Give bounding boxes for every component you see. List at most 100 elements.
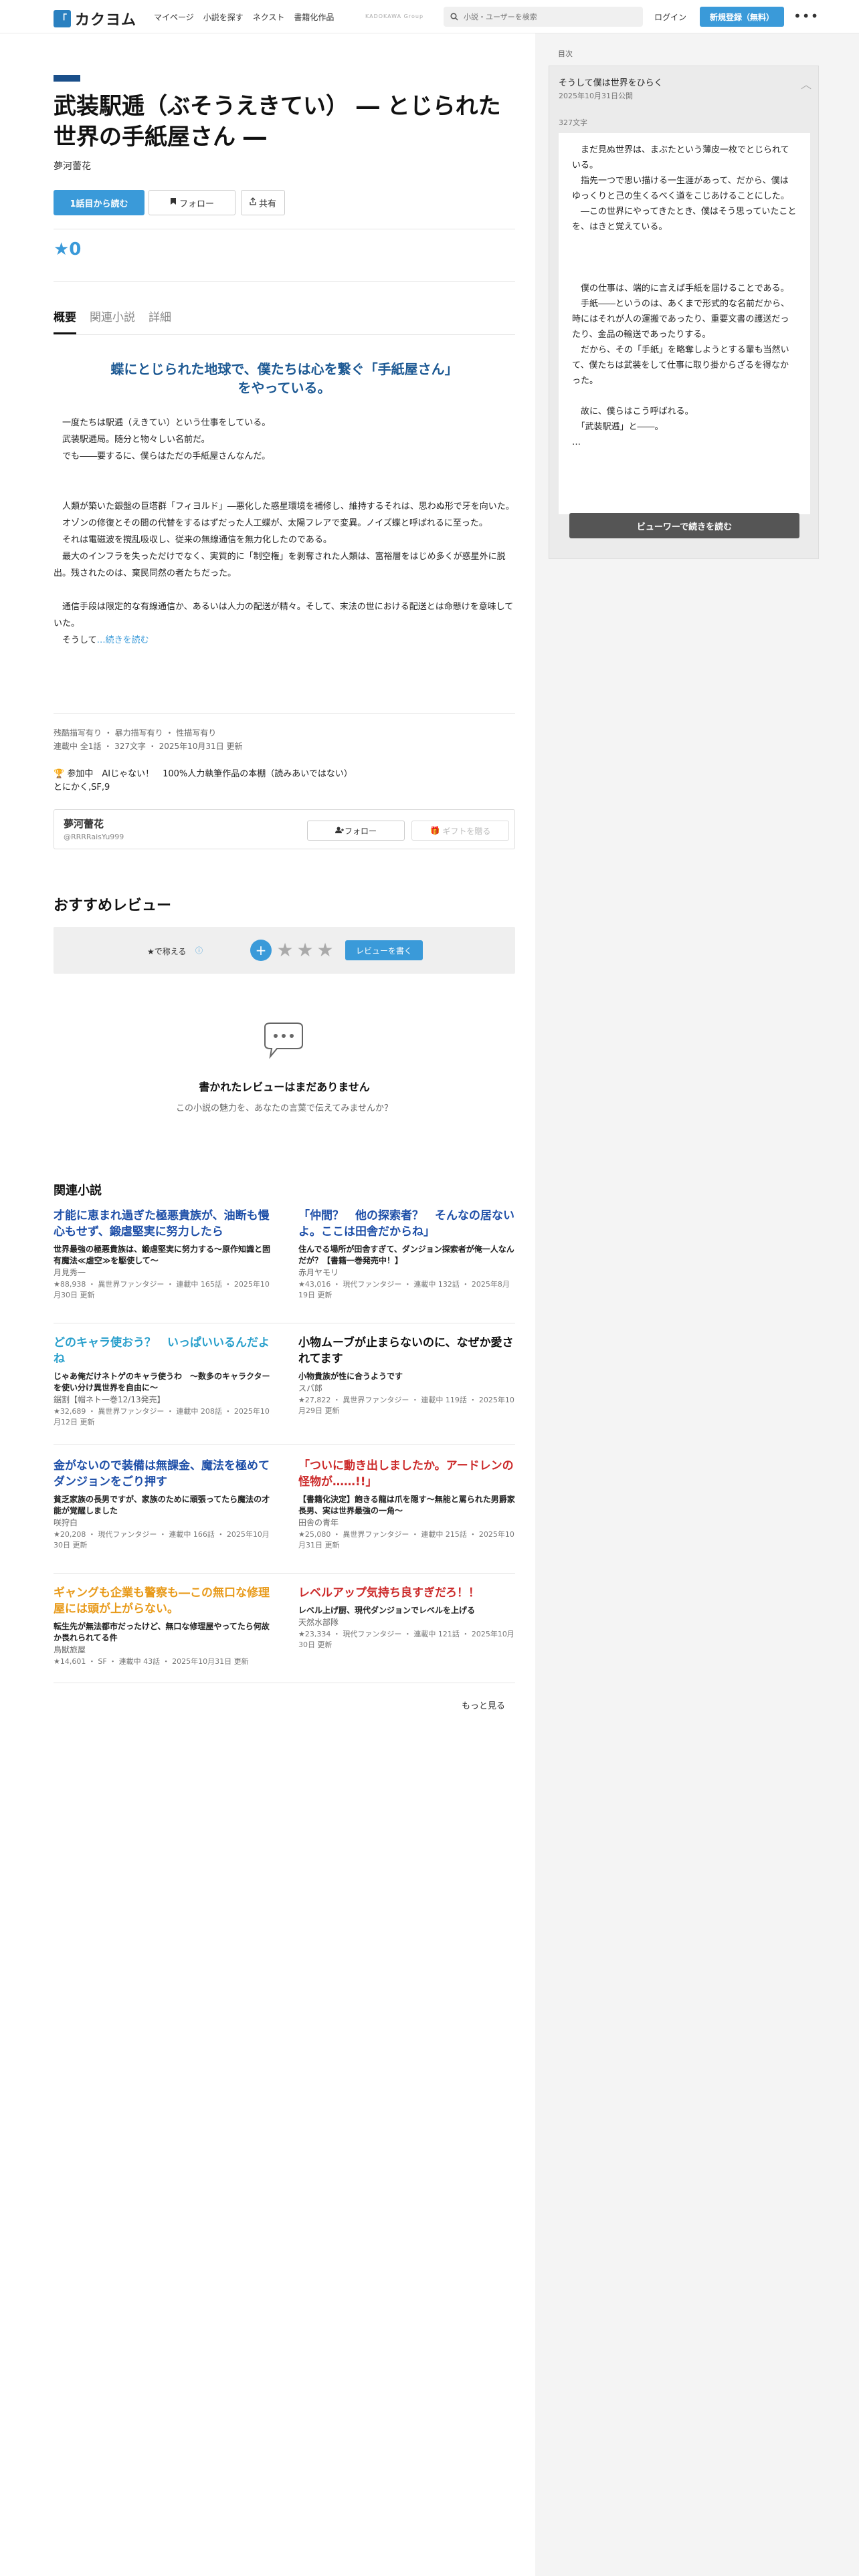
nav-mypage[interactable]: マイページ: [154, 11, 194, 23]
login-link[interactable]: ログイン: [654, 11, 686, 23]
related-subtitle: 転生先が無法都市だったけど、無口な修理屋やってたら何故か畏れられてる件: [54, 1622, 270, 1642]
contest-icon: 🏆: [54, 769, 65, 779]
related-subtitle: じゃあ俺だけネトゲのキャラ使うわ 〜数多のキャラクターを使い分け異世界を自由に〜: [54, 1372, 270, 1392]
logo-text: カクヨム: [75, 12, 137, 29]
kadokawa-group-label: KADOKAWA Group: [365, 13, 424, 19]
related-title[interactable]: 「ついに動き出しましたか。アードレンの怪物が……!!」: [298, 1458, 515, 1490]
related-meta: ★20,208 ・ 現代ファンタジー ・ 連載中 166話 ・ 2025年10月…: [54, 1530, 270, 1549]
reviews-heading: おすすめレビュー: [54, 897, 172, 914]
related-title[interactable]: 小物ムーブが止まらないのに、なぜか愛されてます: [298, 1335, 515, 1367]
related-title[interactable]: レベルアップ気持ち良すぎだろ！！: [298, 1585, 515, 1601]
nav-explore[interactable]: 小説を探す: [203, 11, 244, 23]
more-menu-icon[interactable]: •••: [793, 8, 819, 24]
author-card: 夢河蕾花 @RRRRaisYu999 フォロー 🎁 ギフトを贈る: [54, 809, 515, 849]
divider: [54, 281, 515, 282]
episode-preview-text: まだ見ぬ世界は、まぶたという薄皮一枚でとじられている。 指先一つで思い描ける一生…: [559, 133, 810, 514]
more-related-link[interactable]: もっと見る: [462, 1699, 505, 1711]
related-subtitle: レベル上げ厨、現代ダンジョンでレベルを上げる: [298, 1606, 476, 1615]
related-subtitle: 住んでる場所が田舎すぎて、ダンジョン探索者が俺一人なんだが？【書籍一巻発売中！】: [298, 1245, 514, 1265]
share-button[interactable]: 共有: [241, 190, 285, 215]
author-card-name[interactable]: 夢河蕾花: [64, 817, 104, 831]
related-subtitle: 貧乏家族の長男ですが、家族のために頑張ってたら魔法の才能が覚醒しました: [54, 1495, 270, 1515]
related-author[interactable]: スパ郎: [298, 1382, 515, 1394]
catchphrase: 蝶にとじられた地球で、僕たちは心を繋ぐ「手紙屋さん」をやっている。: [110, 361, 458, 396]
related-author[interactable]: 鳥獣旅屋: [54, 1644, 270, 1655]
related-meta: ★43,016 ・ 現代ファンタジー ・ 連載中 132話 ・ 2025年8月1…: [298, 1280, 510, 1299]
related-author[interactable]: 月見秀一: [54, 1267, 270, 1278]
related-author[interactable]: 鋸割【帽ネト一巻12/13発売】: [54, 1394, 270, 1405]
tab-summary[interactable]: 概要: [54, 308, 76, 334]
global-nav: マイページ 小説を探す ネクスト 書籍化作品: [154, 11, 334, 23]
contest-text[interactable]: AIじゃない！ 100%人力執筆作品の本棚（読みあいではない） とにかく,SF,…: [54, 769, 353, 792]
related-meta: ★27,822 ・ 異世界ファンタジー ・ 連載中 119話 ・ 2025年10…: [298, 1396, 514, 1415]
work-author[interactable]: 夢河蕾花: [54, 159, 91, 173]
nav-books[interactable]: 書籍化作品: [294, 11, 334, 23]
related-author[interactable]: 天然水部隊: [298, 1616, 515, 1628]
signup-button[interactable]: 新規登録（無料）: [700, 7, 784, 27]
related-item[interactable]: 金がないので装備は無課金、魔法を極めてダンジョンをごり押す 貧乏家族の長男ですが…: [54, 1458, 270, 1551]
star-button-4[interactable]: ★: [314, 940, 336, 961]
work-status: 連載中 全1話 ・ 327文字 ・ 2025年10月31日 更新: [54, 742, 243, 751]
related-item[interactable]: 「仲間？ 他の探索者？ そんなの居ないよ。ここは田舎だからね」 住んでる場所が田…: [298, 1208, 515, 1301]
related-meta: ★23,334 ・ 現代ファンタジー ・ 連載中 121話 ・ 2025年10月…: [298, 1630, 514, 1649]
related-item[interactable]: 才能に恵まれ過ぎた極悪貴族が、油断も慢心もせず、鍛虐堅実に努力したら 世界最強の…: [54, 1208, 270, 1301]
related-title[interactable]: 才能に恵まれ過ぎた極悪貴族が、油断も慢心もせず、鍛虐堅実に努力したら: [54, 1208, 270, 1240]
site-logo[interactable]: 「 カクヨム: [54, 8, 136, 29]
introduction: 一度たちは駅逓（えきてい）という仕事をしている。 武装駅逓局。随分と物々しい名前…: [54, 415, 515, 649]
related-item[interactable]: ギャングも企業も警察も―この無口な修理屋には頭が上がらない。 転生先が無法都市だ…: [54, 1585, 270, 1667]
tab-details[interactable]: 詳細: [149, 308, 171, 334]
related-author[interactable]: 赤月ヤモリ: [298, 1267, 515, 1278]
introduction-text: 一度たちは駅逓（えきてい）という仕事をしている。 武装駅逓局。随分と物々しい名前…: [54, 418, 514, 645]
no-review-subtitle: この小説の魅力を、あなたの言葉で伝えてみませんか？: [176, 1103, 393, 1113]
related-author[interactable]: 田舎の青年: [298, 1517, 515, 1528]
tabs-divider: [54, 334, 515, 335]
no-review-title: 書かれたレビューはまだありません: [199, 1081, 370, 1093]
search-input[interactable]: [464, 12, 631, 21]
read-first-episode-button[interactable]: 1話目から読む: [54, 190, 145, 215]
related-item[interactable]: 「ついに動き出しましたか。アードレンの怪物が……!!」 【書籍化決定】飽きる龍は…: [298, 1458, 515, 1551]
related-title[interactable]: 金がないので装備は無課金、魔法を極めてダンジョンをごり押す: [54, 1458, 270, 1490]
follow-work-button[interactable]: フォロー: [149, 190, 235, 215]
title-accent-bar: [54, 75, 80, 82]
tab-related[interactable]: 関連小説: [90, 308, 135, 334]
related-author[interactable]: 咲狩白: [54, 1517, 270, 1528]
episode-date: 2025年10月31日公開: [559, 92, 633, 100]
share-icon: [250, 197, 256, 208]
related-subtitle: 世界最強の極悪貴族は、鍛虐堅実に努力する〜原作知識と固有魔法≪虐空≫を駆使して〜: [54, 1245, 271, 1265]
chevron-up-icon[interactable]: ︿: [801, 76, 812, 92]
episode-preview-panel: そうして僕は世界をひらく 2025年10月31日公開 ︿ 327文字 まだ見ぬ世…: [549, 66, 819, 559]
divider: [54, 1573, 515, 1574]
nav-next[interactable]: ネクスト: [253, 11, 285, 23]
read-more-link[interactable]: …続きを読む: [97, 635, 149, 645]
write-review-button[interactable]: レビューを書く: [345, 940, 423, 960]
work-tabs: 概要 関連小説 詳細: [54, 308, 171, 334]
star-button-3[interactable]: ★: [294, 940, 316, 961]
work-meta: 残酷描写有り ・ 暴力描写有り ・ 性描写有り 連載中 全1話 ・ 327文字 …: [54, 726, 243, 753]
contest-info: 🏆 参加中 AIじゃない！ 100%人力執筆作品の本棚（読みあいではない） とに…: [54, 768, 353, 794]
related-item[interactable]: 小物ムーブが止まらないのに、なぜか愛されてます 小物貴族が性に合うようです スパ…: [298, 1335, 515, 1416]
related-item[interactable]: レベルアップ気持ち良すぎだろ！！ レベル上げ厨、現代ダンジョンでレベルを上げる …: [298, 1585, 515, 1650]
help-icon[interactable]: ⓘ: [195, 945, 203, 956]
episode-title[interactable]: そうして僕は世界をひらく: [559, 76, 663, 88]
related-title[interactable]: 「仲間？ 他の探索者？ そんなの居ないよ。ここは田舎だからね」: [298, 1208, 515, 1240]
author-card-id: @RRRRaisYu999: [64, 833, 124, 841]
review-rating-box: ★で称える ⓘ + ★ ★ ★ レビューを書く: [54, 927, 515, 974]
divider: [54, 1444, 515, 1445]
star-button-1[interactable]: +: [250, 940, 272, 961]
related-title[interactable]: どのキャラ使おう？ いっぱいいるんだよね: [54, 1335, 270, 1367]
gift-button[interactable]: 🎁 ギフトを贈る: [411, 821, 509, 841]
star-button-2[interactable]: ★: [274, 940, 296, 961]
content-warnings: 残酷描写有り ・ 暴力描写有り ・ 性描写有り: [54, 728, 217, 738]
related-title[interactable]: ギャングも企業も警察も―この無口な修理屋には頭が上がらない。: [54, 1585, 270, 1617]
follow-label: フォロー: [179, 199, 214, 209]
global-header: 「 カクヨム マイページ 小説を探す ネクスト 書籍化作品 KADOKAWA G…: [0, 0, 859, 33]
logo-mark-icon: 「: [54, 10, 71, 27]
speech-bubble-icon: [257, 1022, 310, 1062]
search-box[interactable]: [444, 7, 643, 27]
contest-label: 参加中: [67, 769, 94, 779]
open-viewer-button[interactable]: ビューワーで続きを読む: [569, 513, 799, 538]
related-item[interactable]: どのキャラ使おう？ いっぱいいるんだよね じゃあ俺だけネトゲのキャラ使うわ 〜数…: [54, 1335, 270, 1428]
share-label: 共有: [258, 199, 276, 209]
related-meta: ★32,689 ・ 異世界ファンタジー ・ 連載中 208話 ・ 2025年10…: [54, 1407, 270, 1426]
follow-author-button[interactable]: フォロー: [307, 821, 405, 841]
